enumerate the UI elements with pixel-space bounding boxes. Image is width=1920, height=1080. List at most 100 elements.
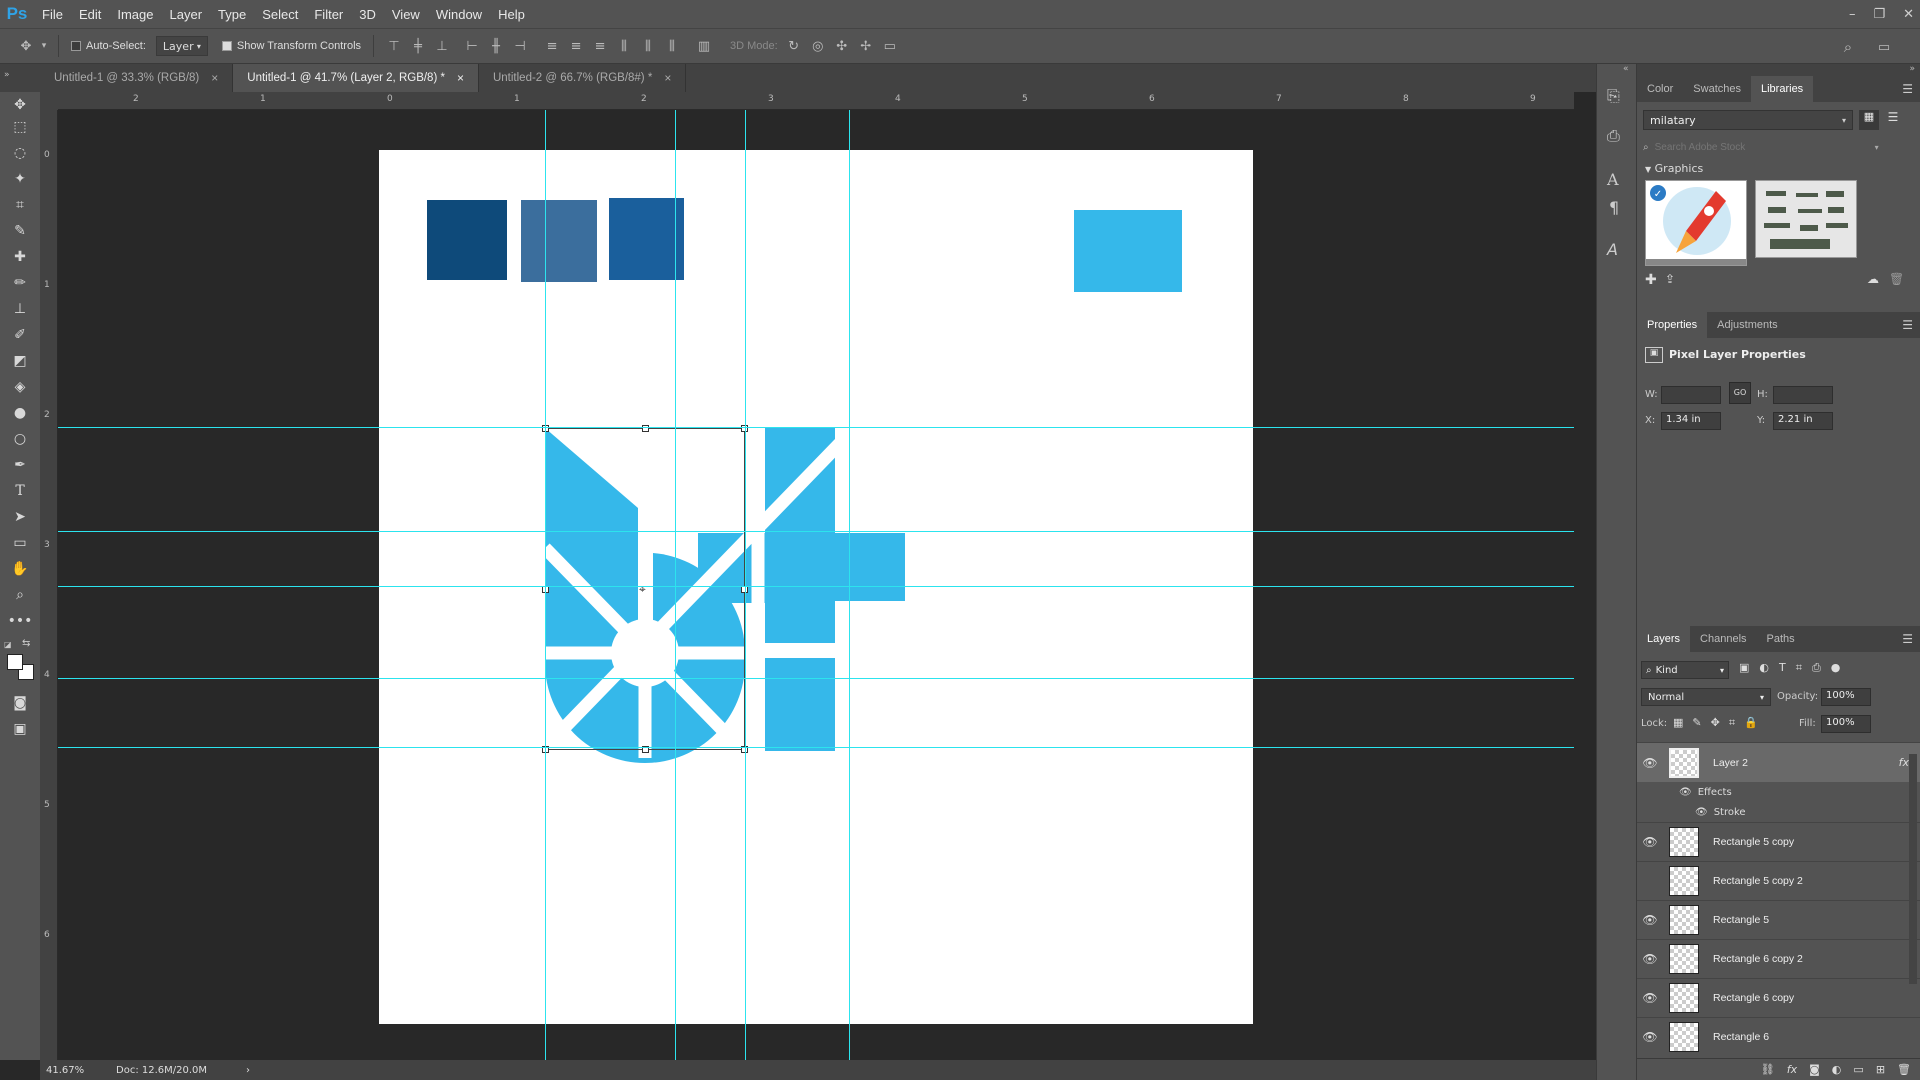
menu-select[interactable]: Select [254, 7, 306, 22]
magic-wand-tool-icon[interactable]: ✦ [8, 168, 32, 190]
tab-untitled-1-41[interactable]: Untitled-1 @ 41.7% (Layer 2, RGB/8) * × [233, 64, 479, 92]
tab-untitled-2-66[interactable]: Untitled-2 @ 66.7% (RGB/8#) * × [479, 64, 687, 92]
move-tool-icon[interactable]: ✥ [14, 34, 38, 58]
guide-vertical[interactable] [675, 110, 676, 1060]
auto-align-icon[interactable]: ▥ [692, 34, 716, 58]
distribute-hcenter-icon[interactable]: ⫼ [636, 34, 660, 58]
guide-horizontal[interactable] [58, 747, 1574, 748]
swap-colors-icon[interactable]: ⇆ [22, 638, 30, 649]
filter-smart-object-icon[interactable]: ⎙ [1812, 661, 1821, 675]
filter-pixel-icon[interactable]: ▣ [1739, 661, 1749, 675]
lasso-tool-icon[interactable]: ◌ [8, 142, 32, 164]
blue-rectangle[interactable] [609, 198, 684, 280]
default-colors-icon[interactable]: ◪ [4, 640, 14, 650]
collapse-toolbar-icon[interactable]: » [4, 70, 10, 80]
minimize-button[interactable]: – [1849, 7, 1856, 22]
new-group-icon[interactable]: ▭ [1853, 1063, 1863, 1076]
distribute-top-icon[interactable]: ≡ [540, 34, 564, 58]
filter-shape-icon[interactable]: ⌗ [1796, 661, 1802, 675]
visibility-eye-icon[interactable]: 👁 [1637, 835, 1663, 849]
layer-effects-row[interactable]: 👁 Effects [1637, 782, 1920, 802]
search-icon[interactable]: ⌕ [1836, 35, 1860, 59]
add-mask-icon[interactable]: ◙ [1809, 1063, 1820, 1076]
canvas-area[interactable]: ⌖ [58, 110, 1574, 1060]
menu-help[interactable]: Help [490, 7, 533, 22]
x-position-field[interactable]: 1.34 in [1661, 412, 1721, 430]
panel-menu-icon[interactable]: ☰ [1902, 632, 1913, 646]
add-content-icon[interactable]: ✚ [1645, 272, 1657, 288]
adjustment-layer-icon[interactable]: ◐ [1832, 1063, 1842, 1076]
menu-file[interactable]: File [34, 7, 71, 22]
menu-3d[interactable]: 3D [351, 7, 384, 22]
brush-tool-icon[interactable]: ✏ [8, 272, 32, 294]
stock-search-field[interactable]: ⌕ ▾ [1643, 138, 1911, 156]
transform-bounding-box[interactable]: ⌖ [542, 425, 748, 753]
align-hcenter-icon[interactable]: ╫ [484, 34, 508, 58]
width-field[interactable] [1661, 386, 1721, 404]
tool-preset-chevron-icon[interactable]: ▾ [38, 34, 50, 58]
tab-adjustments[interactable]: Adjustments [1707, 312, 1788, 338]
layer-row[interactable]: 👁 Rectangle 6 copy [1637, 978, 1920, 1017]
type-tool-icon[interactable]: T [8, 480, 32, 502]
visibility-eye-icon[interactable]: 👁 [1637, 952, 1663, 966]
document-canvas[interactable]: ⌖ [379, 150, 1253, 1024]
3d-scale-icon[interactable]: ▭ [878, 34, 902, 58]
marquee-tool-icon[interactable]: ⬚ [8, 116, 32, 138]
height-field[interactable] [1773, 386, 1833, 404]
paint-bucket-tool-icon[interactable]: ◈ [8, 376, 32, 398]
lock-all-icon[interactable]: 🔒 [1744, 716, 1758, 730]
close-tab-icon[interactable]: × [211, 71, 218, 85]
tab-properties[interactable]: Properties [1637, 312, 1708, 338]
delete-layer-icon[interactable]: 🗑 [1897, 1063, 1911, 1076]
pen-tool-icon[interactable]: ✒ [8, 454, 32, 476]
grid-view-icon[interactable]: ▦ [1859, 110, 1879, 130]
visibility-eye-icon[interactable]: 👁 [1637, 991, 1663, 1005]
3d-rotate-icon[interactable]: ↻ [782, 34, 806, 58]
filter-toggle-icon[interactable]: ● [1831, 661, 1841, 675]
new-layer-icon[interactable]: ⊞ [1876, 1063, 1885, 1076]
path-selection-tool-icon[interactable]: ➤ [8, 506, 32, 528]
menu-window[interactable]: Window [428, 7, 490, 22]
align-left-icon[interactable]: ⊢ [460, 34, 484, 58]
visibility-eye-icon[interactable]: 👁 [1637, 1030, 1663, 1044]
tab-swatches[interactable]: Swatches [1683, 76, 1751, 102]
status-menu-arrow-icon[interactable]: › [246, 1065, 250, 1076]
guide-vertical[interactable] [545, 110, 546, 1060]
auto-select-checkbox[interactable]: Auto-Select: [67, 28, 150, 64]
opacity-field[interactable]: 100% [1821, 688, 1871, 706]
lock-transparent-icon[interactable]: ▦ [1673, 716, 1683, 730]
tab-untitled-1-33[interactable]: Untitled-1 @ 33.3% (RGB/8) × [40, 64, 234, 92]
history-panel-icon[interactable]: ⎘ [1607, 86, 1620, 106]
layer-row[interactable]: 👁 Rectangle 6 copy 2 [1637, 939, 1920, 978]
tab-paths[interactable]: Paths [1757, 626, 1805, 652]
graphic-thumbnail-rocket[interactable]: ✓ [1645, 180, 1747, 266]
menu-type[interactable]: Type [210, 7, 254, 22]
guide-horizontal[interactable] [58, 531, 1574, 532]
layer-row[interactable]: 👁 Rectangle 5 [1637, 900, 1920, 939]
layers-scrollbar[interactable] [1909, 754, 1917, 984]
hand-tool-icon[interactable]: ✋ [8, 558, 32, 580]
show-transform-checkbox[interactable]: Show Transform Controls [218, 28, 365, 64]
layer-stroke-row[interactable]: 👁 Stroke [1637, 802, 1920, 822]
blur-tool-icon[interactable]: ● [8, 402, 32, 424]
chevron-down-icon[interactable]: ▾ [1875, 143, 1879, 152]
link-dimensions-button[interactable]: GO [1729, 382, 1751, 404]
eyedropper-tool-icon[interactable]: ✎ [8, 220, 32, 242]
graphic-thumbnail-military[interactable] [1755, 180, 1857, 258]
menu-filter[interactable]: Filter [306, 7, 351, 22]
align-bottom-icon[interactable]: ⊥ [430, 34, 454, 58]
stroke-visibility-icon[interactable]: 👁 [1695, 807, 1708, 818]
filter-type-icon[interactable]: T [1779, 661, 1786, 675]
3d-slide-icon[interactable]: ✢ [854, 34, 878, 58]
align-vcenter-icon[interactable]: ╪ [406, 34, 430, 58]
layer-row[interactable]: 👁 Rectangle 5 copy 2 [1637, 861, 1920, 900]
collapse-dock-icon[interactable]: » [1909, 64, 1915, 74]
zoom-tool-icon[interactable]: ⌕ [8, 584, 32, 606]
visibility-eye-icon[interactable]: 👁 [1637, 756, 1663, 770]
visibility-eye-icon[interactable]: 👁 [1637, 913, 1663, 927]
tab-libraries[interactable]: Libraries [1751, 76, 1814, 102]
character-panel-icon[interactable]: A [1607, 170, 1619, 189]
layer-row[interactable]: 👁 Rectangle 6 [1637, 1017, 1920, 1056]
workspace-icon[interactable]: ▭ [1872, 35, 1896, 59]
light-blue-rectangle[interactable] [1074, 210, 1182, 292]
